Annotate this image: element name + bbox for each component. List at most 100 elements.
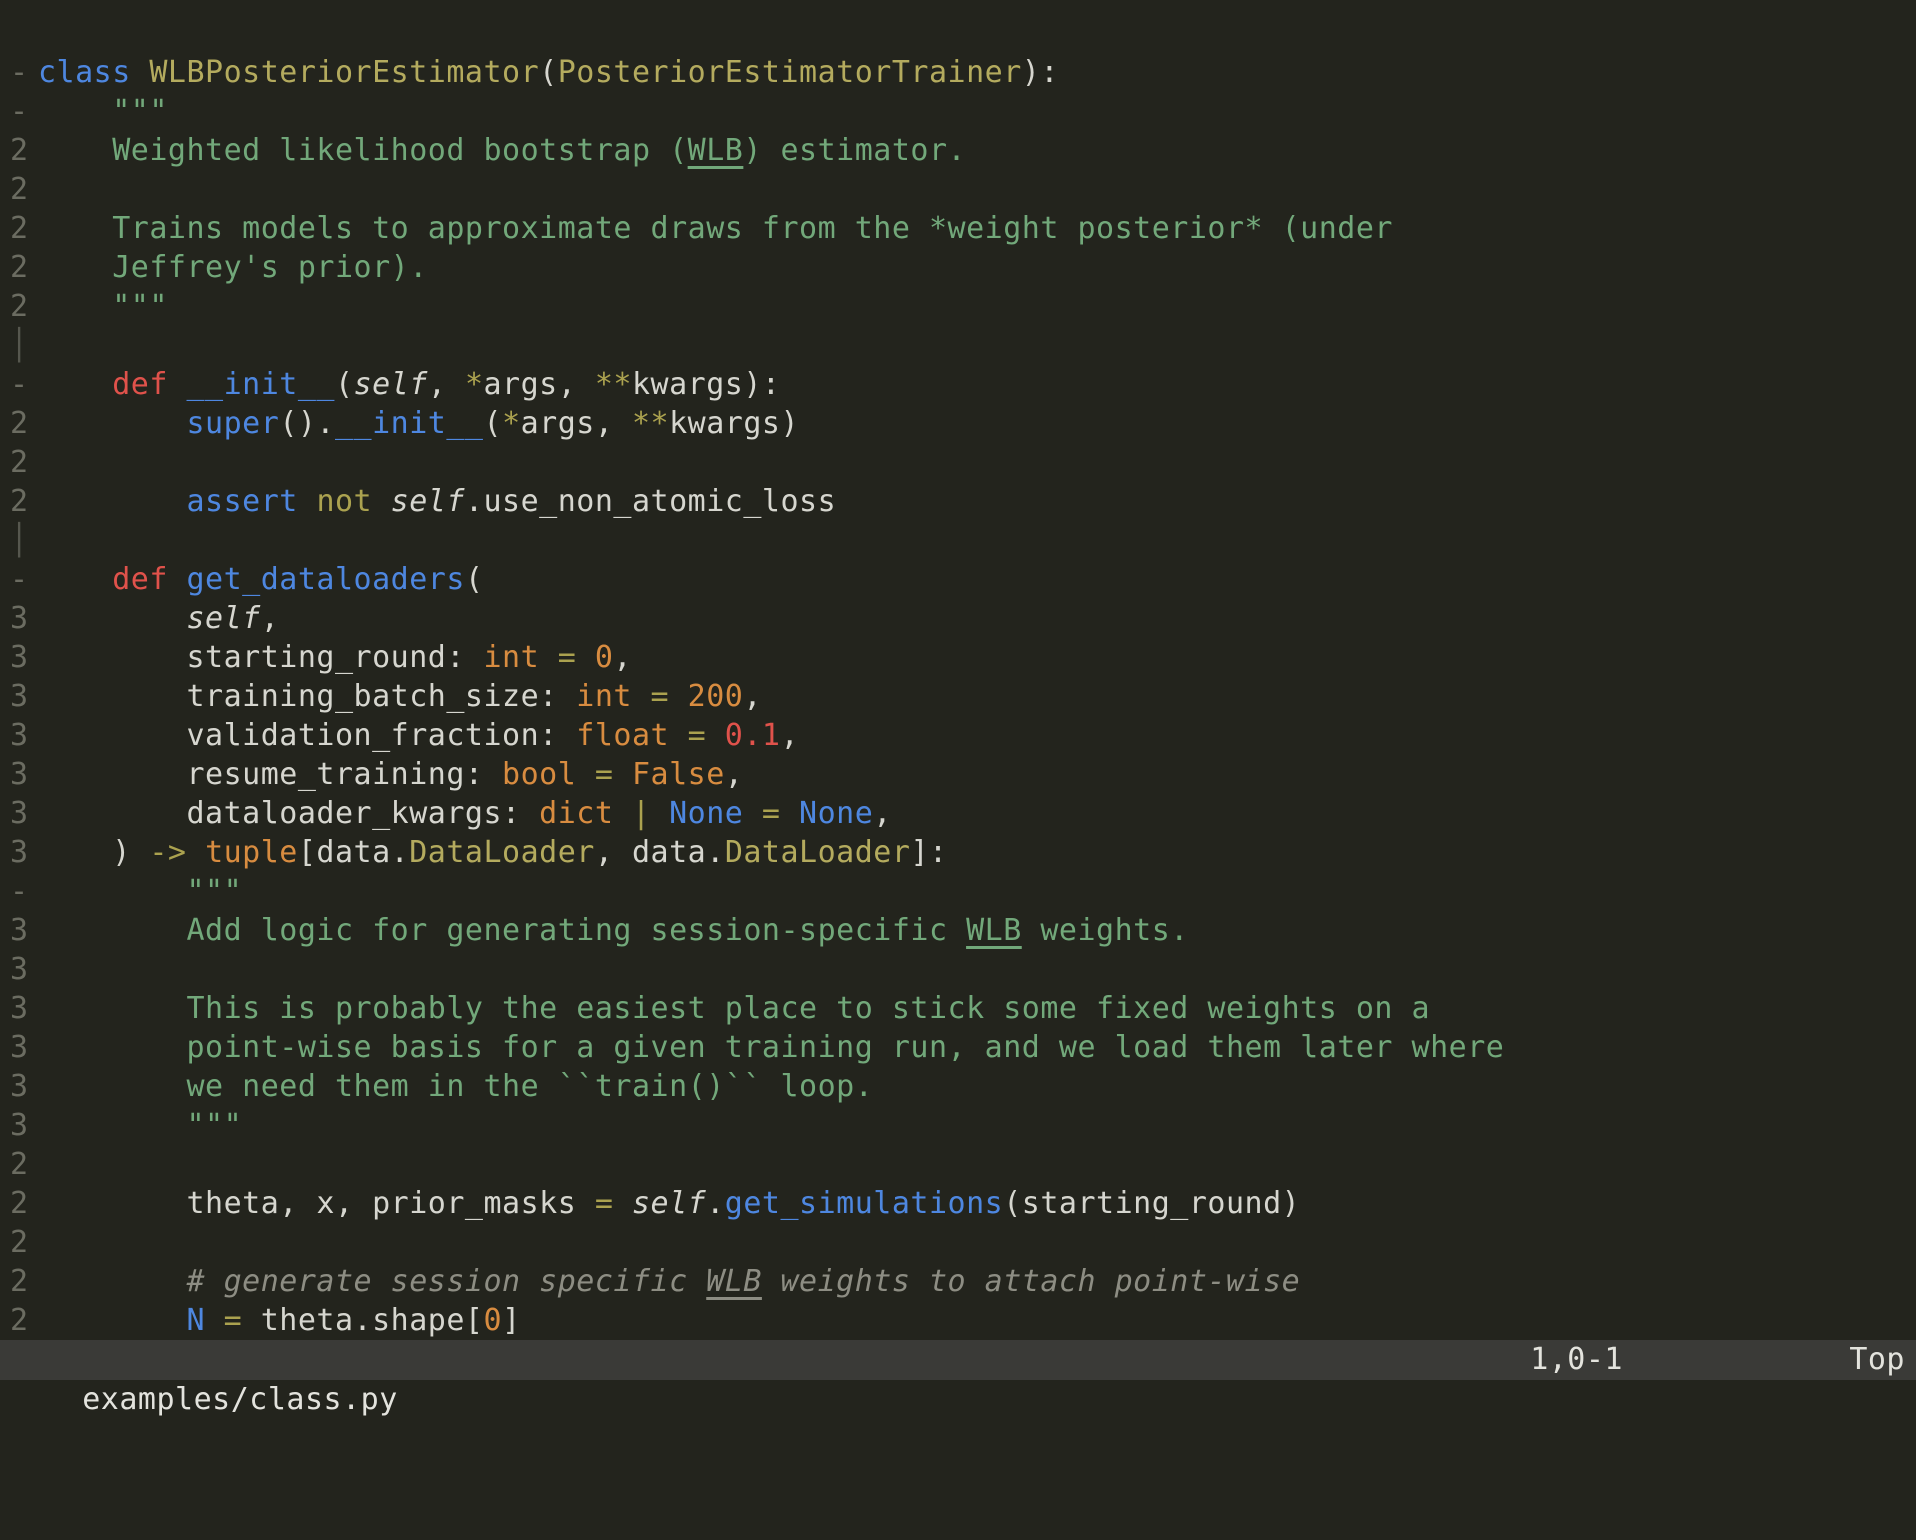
code-line[interactable]: │ <box>10 521 1916 560</box>
code-text: def get_dataloaders( <box>38 560 1916 599</box>
fold-column-marker: 3 <box>10 833 38 872</box>
statusbar-cursor-position: 1,0-1 <box>1530 1340 1623 1380</box>
code-line[interactable]: 3 point-wise basis for a given training … <box>10 1028 1916 1067</box>
code-text: super().__init__(*args, **kwargs) <box>38 404 1916 443</box>
code-text <box>38 950 1916 989</box>
code-text: """ <box>38 92 1916 131</box>
fold-column-marker: - <box>10 560 38 599</box>
code-text <box>38 1223 1916 1262</box>
code-text: ) -> tuple[data.DataLoader, data.DataLoa… <box>38 833 1916 872</box>
code-text: Add logic for generating session-specifi… <box>38 911 1916 950</box>
code-line[interactable]: 2 <box>10 443 1916 482</box>
code-text: """ <box>38 872 1916 911</box>
code-text: Jeffrey's prior). <box>38 248 1916 287</box>
code-line[interactable]: 2 <box>10 1145 1916 1184</box>
code-line[interactable]: -class WLBPosteriorEstimator(PosteriorEs… <box>10 53 1916 92</box>
code-text <box>38 1145 1916 1184</box>
code-line[interactable]: 2 <box>10 170 1916 209</box>
fold-column-marker: - <box>10 53 38 92</box>
code-text: training_batch_size: int = 200, <box>38 677 1916 716</box>
code-text: """ <box>38 287 1916 326</box>
vim-window: -class WLBPosteriorEstimator(PosteriorEs… <box>0 0 1916 1436</box>
fold-column-marker: 2 <box>10 404 38 443</box>
fold-column-marker: 2 <box>10 1223 38 1262</box>
code-line[interactable]: 3 Add logic for generating session-speci… <box>10 911 1916 950</box>
code-text <box>38 521 1916 560</box>
fold-column-marker: 3 <box>10 1067 38 1106</box>
fold-column-marker: 2 <box>10 170 38 209</box>
fold-column-marker: 3 <box>10 794 38 833</box>
fold-column-marker: - <box>10 92 38 131</box>
code-line[interactable]: 2 assert not self.use_non_atomic_loss <box>10 482 1916 521</box>
code-text <box>38 443 1916 482</box>
code-line[interactable]: - def __init__(self, *args, **kwargs): <box>10 365 1916 404</box>
code-text: starting_round: int = 0, <box>38 638 1916 677</box>
code-line[interactable]: 2 """ <box>10 287 1916 326</box>
fold-column-marker: 3 <box>10 716 38 755</box>
fold-column-marker: 3 <box>10 989 38 1028</box>
fold-column-marker: 3 <box>10 755 38 794</box>
code-text: resume_training: bool = False, <box>38 755 1916 794</box>
fold-column-marker: 3 <box>10 677 38 716</box>
statusbar-scroll-indicator: Top <box>1849 1340 1905 1380</box>
fold-column-marker: │ <box>10 521 38 560</box>
code-line[interactable]: 3 we need them in the ``train()`` loop. <box>10 1067 1916 1106</box>
code-text: Trains models to approximate draws from … <box>38 209 1916 248</box>
code-line[interactable]: 2 Jeffrey's prior). <box>10 248 1916 287</box>
fold-column-marker: 3 <box>10 911 38 950</box>
code-text: theta, x, prior_masks = self.get_simulat… <box>38 1184 1916 1223</box>
fold-column-marker: 2 <box>10 209 38 248</box>
code-line[interactable]: 2 super().__init__(*args, **kwargs) <box>10 404 1916 443</box>
code-text: Weighted likelihood bootstrap (WLB) esti… <box>38 131 1916 170</box>
code-line[interactable]: 2 N = theta.shape[0] <box>10 1301 1916 1340</box>
code-line[interactable]: 3 starting_round: int = 0, <box>10 638 1916 677</box>
code-line[interactable]: 2 <box>10 1223 1916 1262</box>
fold-column-marker: 2 <box>10 1262 38 1301</box>
code-line[interactable]: 3 """ <box>10 1106 1916 1145</box>
code-line[interactable]: - def get_dataloaders( <box>10 560 1916 599</box>
code-line[interactable]: 2 Trains models to approximate draws fro… <box>10 209 1916 248</box>
code-line[interactable]: 3 resume_training: bool = False, <box>10 755 1916 794</box>
code-text: self, <box>38 599 1916 638</box>
code-line[interactable]: 3 self, <box>10 599 1916 638</box>
fold-column-marker: 3 <box>10 1028 38 1067</box>
code-line[interactable]: 2 # generate session specific WLB weight… <box>10 1262 1916 1301</box>
code-line[interactable]: 2 theta, x, prior_masks = self.get_simul… <box>10 1184 1916 1223</box>
fold-column-marker: 2 <box>10 482 38 521</box>
code-line[interactable]: - """ <box>10 872 1916 911</box>
code-text: dataloader_kwargs: dict | None = None, <box>38 794 1916 833</box>
code-text: def __init__(self, *args, **kwargs): <box>38 365 1916 404</box>
code-text: we need them in the ``train()`` loop. <box>38 1067 1916 1106</box>
fold-column-marker: - <box>10 872 38 911</box>
fold-column-marker: 2 <box>10 131 38 170</box>
code-line[interactable]: - """ <box>10 92 1916 131</box>
code-text: N = theta.shape[0] <box>38 1301 1916 1340</box>
code-line[interactable]: 2 Weighted likelihood bootstrap (WLB) es… <box>10 131 1916 170</box>
fold-column-marker: 2 <box>10 1145 38 1184</box>
code-area[interactable]: -class WLBPosteriorEstimator(PosteriorEs… <box>0 0 1916 1340</box>
code-text: point-wise basis for a given training ru… <box>38 1028 1916 1067</box>
code-line[interactable]: 3 training_batch_size: int = 200, <box>10 677 1916 716</box>
code-text: """ <box>38 1106 1916 1145</box>
statusbar-filename: examples/class.py <box>82 1382 398 1417</box>
fold-column-marker: 2 <box>10 443 38 482</box>
fold-column-marker: 2 <box>10 1301 38 1340</box>
fold-column-marker: 3 <box>10 599 38 638</box>
fold-column-marker: │ <box>10 326 38 365</box>
code-text: This is probably the easiest place to st… <box>38 989 1916 1028</box>
code-line[interactable]: 3 validation_fraction: float = 0.1, <box>10 716 1916 755</box>
fold-column-marker: 2 <box>10 1184 38 1223</box>
code-line[interactable]: 3 This is probably the easiest place to … <box>10 989 1916 1028</box>
fold-column-marker: 2 <box>10 287 38 326</box>
fold-column-marker: 2 <box>10 248 38 287</box>
code-line[interactable]: 3 <box>10 950 1916 989</box>
code-text: assert not self.use_non_atomic_loss <box>38 482 1916 521</box>
code-text <box>38 170 1916 209</box>
fold-column-marker: 3 <box>10 638 38 677</box>
code-line[interactable]: 3 dataloader_kwargs: dict | None = None, <box>10 794 1916 833</box>
statusline: examples/class.py 1,0-1 Top <box>0 1340 1916 1380</box>
code-line[interactable]: 3 ) -> tuple[data.DataLoader, data.DataL… <box>10 833 1916 872</box>
code-text <box>38 326 1916 365</box>
code-text: # generate session specific WLB weights … <box>38 1262 1916 1301</box>
code-line[interactable]: │ <box>10 326 1916 365</box>
